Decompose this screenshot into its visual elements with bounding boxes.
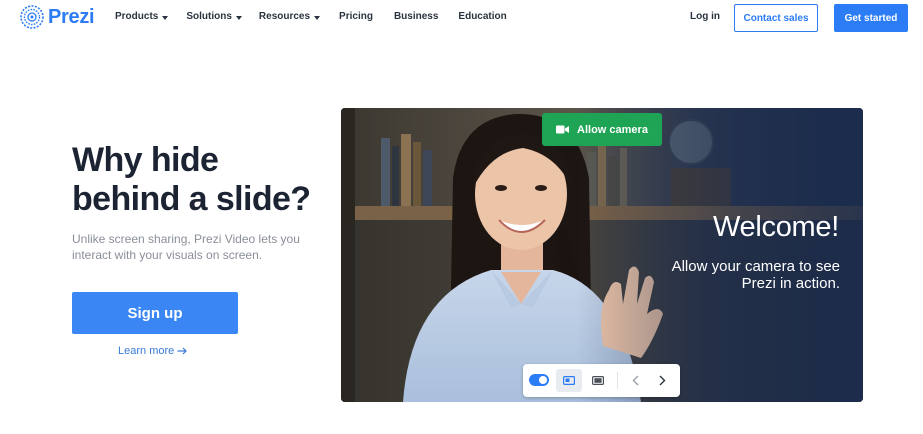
nav-item-resources[interactable]: Resources	[258, 11, 321, 22]
arrow-right-icon	[177, 347, 188, 355]
controls-divider	[617, 372, 618, 389]
layout-pip-button[interactable]	[556, 369, 582, 392]
layout-fullscreen-button[interactable]	[585, 369, 611, 392]
video-controls-bar	[523, 364, 680, 397]
chevron-down-icon	[314, 15, 321, 20]
presenter-video-image	[341, 108, 863, 402]
allow-camera-button[interactable]: Allow camera	[542, 113, 662, 146]
nav-item-solutions[interactable]: Solutions	[186, 11, 242, 22]
hero-subtext: Unlike screen sharing, Prezi Video lets …	[72, 232, 300, 262]
nav-item-label: Pricing	[339, 11, 373, 22]
learn-more-link[interactable]: Learn more	[118, 345, 188, 357]
video-camera-icon	[556, 125, 570, 134]
contact-sales-button[interactable]: Contact sales	[734, 4, 818, 32]
chevron-right-icon	[659, 375, 665, 386]
previous-button[interactable]	[628, 371, 642, 390]
prezi-logo[interactable]: Prezi	[20, 5, 95, 29]
nav-item-business[interactable]: Business	[394, 11, 438, 22]
nav-item-label: Education	[458, 11, 507, 22]
nav-item-education[interactable]: Education	[458, 11, 506, 22]
nav-item-label: Solutions	[186, 11, 232, 22]
nav-item-label: Resources	[258, 11, 311, 22]
prezi-logo-icon	[20, 5, 44, 29]
learn-more-label: Learn more	[118, 345, 175, 357]
toggle-switch-icon[interactable]	[529, 374, 549, 386]
brand-name: Prezi	[48, 5, 95, 28]
nav-item-products[interactable]: Products	[115, 11, 169, 22]
top-navigation: Prezi Products Solutions Resources Prici…	[0, 0, 923, 36]
chevron-down-icon	[162, 15, 169, 20]
chevron-left-icon	[632, 375, 638, 386]
video-preview-panel: Allow camera Welcome! Allow your camera …	[341, 108, 863, 402]
welcome-heading: Welcome!	[713, 211, 839, 243]
get-started-button[interactable]: Get started	[834, 4, 908, 32]
next-button[interactable]	[655, 371, 669, 390]
main-menu: Products Solutions Resources Pricing Bus…	[115, 11, 507, 22]
fullscreen-layout-icon	[592, 376, 604, 385]
chevron-down-icon	[235, 15, 242, 20]
nav-item-pricing[interactable]: Pricing	[339, 11, 373, 22]
login-link[interactable]: Log in	[690, 11, 720, 22]
allow-camera-message: Allow your camera to see Prezi in action…	[671, 258, 840, 292]
nav-item-label: Products	[115, 11, 159, 22]
hero-headline: Why hide behind a slide?	[72, 141, 311, 218]
picture-in-picture-icon	[563, 376, 575, 385]
allow-camera-label: Allow camera	[577, 123, 648, 136]
nav-item-label: Business	[393, 11, 439, 22]
sign-up-button[interactable]: Sign up	[72, 292, 238, 334]
